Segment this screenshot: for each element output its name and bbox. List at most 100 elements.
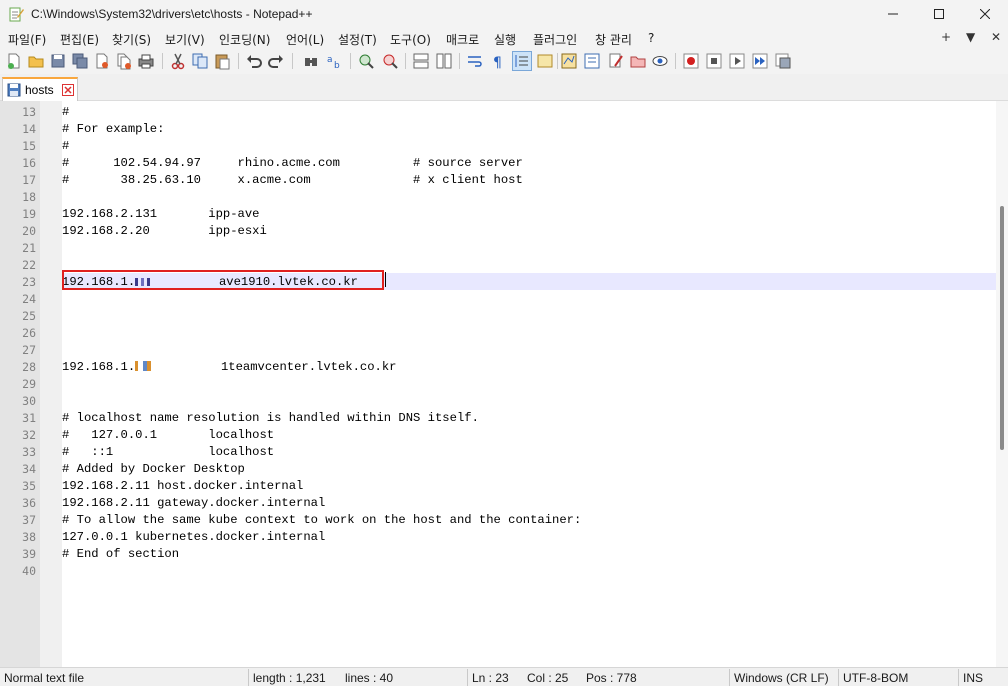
editor-line[interactable]: 24 <box>4 290 1008 307</box>
line-text-content: 192.168.2.20 ipp-esxi <box>62 224 267 238</box>
menu-run[interactable]: 실행 <box>494 31 516 48</box>
editor[interactable]: 13 #14 # For example: 15 #16 # 102.54.94.97 r… <box>0 101 1008 667</box>
editor-line[interactable]: 32 # 127.0.0.1 localhost <box>4 426 1008 443</box>
save-icon <box>7 83 21 97</box>
line-text-content: # To allow the same kube context to work… <box>62 513 582 527</box>
minimize-button[interactable] <box>870 0 916 28</box>
tab-hosts[interactable]: hosts <box>2 77 78 101</box>
dropdown-icon[interactable]: ▼ <box>966 30 975 44</box>
editor-line[interactable]: 38 127.0.0.1 kubernetes.docker.internal <box>4 528 1008 545</box>
undo-icon[interactable] <box>245 52 263 70</box>
menu-edit[interactable]: 편집(E) <box>60 31 99 48</box>
line-number: 25 <box>22 309 36 323</box>
menu-plugins[interactable]: 플러그인 <box>533 31 577 48</box>
editor-line[interactable]: 13 # <box>4 103 1008 120</box>
editor-line[interactable]: 34 # Added by Docker Desktop <box>4 460 1008 477</box>
show-all-chars-icon[interactable]: ¶ <box>489 52 507 70</box>
paste-icon[interactable] <box>213 52 231 70</box>
editor-line[interactable]: 31 # localhost name resolution is handled… <box>4 409 1008 426</box>
menu-encoding[interactable]: 인코딩(N) <box>219 31 270 48</box>
save-macro-icon[interactable] <box>774 52 792 70</box>
line-text: # 102.54.94.97 rhino.acme.com # source s… <box>62 156 523 170</box>
indent-guide-icon[interactable] <box>512 51 532 71</box>
close-all-icon[interactable] <box>115 52 133 70</box>
line-number: 33 <box>22 445 36 459</box>
menu-view[interactable]: 보기(V) <box>165 31 205 48</box>
monitoring-icon[interactable] <box>651 52 669 70</box>
run-macro-multiple-icon[interactable] <box>751 52 769 70</box>
save-icon[interactable] <box>49 52 67 70</box>
cut-icon[interactable] <box>169 52 187 70</box>
editor-line[interactable]: 39 # End of section <box>4 545 1008 562</box>
doc-map-icon[interactable] <box>560 52 578 70</box>
close-button[interactable] <box>962 0 1008 28</box>
line-text-content: 192.168.1. <box>62 360 136 374</box>
line-text-content: # localhost name resolution is handled w… <box>62 411 479 425</box>
print-icon[interactable] <box>137 52 155 70</box>
editor-line[interactable]: 27 <box>4 341 1008 358</box>
editor-line[interactable]: 33 # ::1 localhost <box>4 443 1008 460</box>
status-mode[interactable]: INS <box>963 671 983 685</box>
editor-line[interactable]: 40 <box>4 562 1008 579</box>
status-eol[interactable]: Windows (CR LF) <box>734 671 829 685</box>
status-encoding[interactable]: UTF-8-BOM <box>843 671 908 685</box>
close-icon[interactable] <box>93 52 111 70</box>
play-macro-icon[interactable] <box>728 52 746 70</box>
word-wrap-icon[interactable] <box>466 52 484 70</box>
find-icon[interactable] <box>302 52 320 70</box>
menu-file[interactable]: 파일(F) <box>8 31 46 48</box>
menu-window[interactable]: 창 관리 <box>595 31 632 48</box>
maximize-button[interactable] <box>916 0 962 28</box>
status-col: Col : 25 <box>527 671 569 685</box>
tab-close-icon[interactable] <box>62 84 74 96</box>
record-macro-icon[interactable] <box>682 52 700 70</box>
editor-line[interactable]: 37 # To allow the same kube context to wo… <box>4 511 1008 528</box>
zoom-in-icon[interactable] <box>357 52 375 70</box>
sync-horizontal-icon[interactable] <box>435 52 453 70</box>
vertical-scrollbar[interactable] <box>996 101 1008 667</box>
save-all-icon[interactable] <box>71 52 89 70</box>
define-language-icon[interactable] <box>536 52 554 70</box>
editor-line[interactable]: 28 192.168.1. 1teamvcenter.lvtek.co.kr <box>4 358 1008 375</box>
line-text-content: # Added by Docker Desktop <box>62 462 245 476</box>
editor-line[interactable]: 26 <box>4 324 1008 341</box>
redo-icon[interactable] <box>267 52 285 70</box>
replace-icon[interactable]: ab <box>325 52 343 70</box>
close-doc-icon[interactable]: ✕ <box>991 30 1001 44</box>
new-tab-icon[interactable]: + <box>941 30 951 44</box>
sync-vertical-icon[interactable] <box>412 52 430 70</box>
editor-line[interactable]: 29 <box>4 375 1008 392</box>
menu-search[interactable]: 찾기(S) <box>112 31 151 48</box>
menu-tools[interactable]: 도구(O) <box>390 31 431 48</box>
open-file-icon[interactable] <box>27 52 45 70</box>
line-text-content: # For example: <box>62 122 165 136</box>
copy-icon[interactable] <box>191 52 209 70</box>
editor-line[interactable]: 21 <box>4 239 1008 256</box>
editor-line[interactable]: 17 # 38.25.63.10 x.acme.com # x client ho… <box>4 171 1008 188</box>
menu-language[interactable]: 언어(L) <box>286 31 324 48</box>
editor-line[interactable]: 20 192.168.2.20 ipp-esxi <box>4 222 1008 239</box>
redacted-octet <box>135 361 156 371</box>
new-file-icon[interactable] <box>5 52 23 70</box>
zoom-out-icon[interactable] <box>381 52 399 70</box>
menu-macro[interactable]: 매크로 <box>446 31 479 48</box>
function-list-icon[interactable] <box>583 52 601 70</box>
line-text: # 38.25.63.10 x.acme.com # x client host <box>62 173 523 187</box>
editor-line[interactable]: 18 <box>4 188 1008 205</box>
editor-line[interactable]: 35 192.168.2.11 host.docker.internal <box>4 477 1008 494</box>
scrollbar-thumb[interactable] <box>1000 206 1004 450</box>
stop-record-icon[interactable] <box>705 52 723 70</box>
editor-line[interactable]: 16 # 102.54.94.97 rhino.acme.com # source… <box>4 154 1008 171</box>
menu-settings[interactable]: 설정(T) <box>338 31 377 48</box>
title-bar[interactable]: C:\Windows\System32\drivers\etc\hosts - … <box>0 0 1008 28</box>
editor-line[interactable]: 19 192.168.2.131 ipp-ave <box>4 205 1008 222</box>
editor-line[interactable]: 15 # <box>4 137 1008 154</box>
editor-line[interactable]: 30 <box>4 392 1008 409</box>
menu-help[interactable]: ? <box>648 31 654 45</box>
line-text: # For example: <box>62 122 164 136</box>
doc-switcher-icon[interactable] <box>629 52 647 70</box>
editor-line[interactable]: 36 192.168.2.11 gateway.docker.internal <box>4 494 1008 511</box>
editor-line[interactable]: 25 <box>4 307 1008 324</box>
editor-line[interactable]: 14 # For example: <box>4 120 1008 137</box>
folder-as-workspace-icon[interactable] <box>607 52 625 70</box>
